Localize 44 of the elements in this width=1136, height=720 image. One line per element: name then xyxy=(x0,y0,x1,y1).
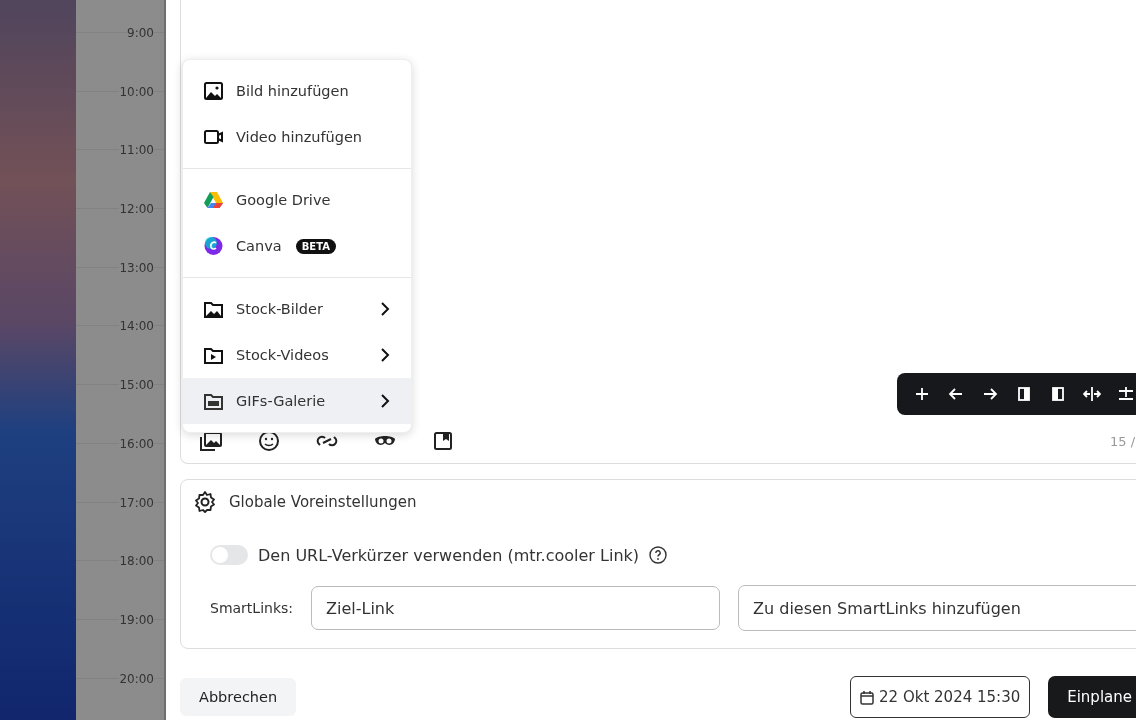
help-icon[interactable] xyxy=(649,546,668,564)
media-library-icon[interactable] xyxy=(199,430,223,452)
column-left-icon[interactable] xyxy=(1015,385,1033,403)
column-right-icon[interactable] xyxy=(1049,385,1067,403)
target-link-field[interactable]: Ziel-Link xyxy=(311,586,721,630)
smartlinks-dropdown[interactable]: Zu diesen SmartLinks hinzufügen xyxy=(738,585,1136,631)
time-label: 10:00 xyxy=(119,84,154,99)
schedule-button[interactable]: Einplane xyxy=(1048,676,1136,718)
menu-item[interactable]: Bild hinzufügen xyxy=(183,68,411,114)
plus-icon[interactable] xyxy=(913,385,931,403)
canva-circle-icon xyxy=(203,236,224,256)
drive-triangle-icon xyxy=(203,190,224,210)
beta-badge: BETA xyxy=(295,238,336,254)
settings-icon xyxy=(193,490,217,514)
video-camera-icon xyxy=(203,127,224,147)
time-label: 9:00 xyxy=(127,26,154,40)
row-insert-icon[interactable] xyxy=(1117,385,1135,403)
cancel-button[interactable]: Abbrechen xyxy=(180,678,297,716)
menu-item[interactable]: Video hinzufügen xyxy=(183,114,411,160)
menu-item[interactable]: Stock-Videos xyxy=(183,332,411,378)
date-button[interactable]: 22 Okt 2024 15:30 xyxy=(850,676,1031,718)
video-folder-icon xyxy=(203,345,224,365)
time-label: 13:00 xyxy=(119,260,154,275)
time-label: 19:00 xyxy=(119,612,154,627)
time-label: 16:00 xyxy=(119,436,154,451)
menu-item[interactable]: Stock-Bilder xyxy=(183,286,411,332)
image-icon xyxy=(203,81,224,101)
time-label: 20:00 xyxy=(119,671,154,686)
section-title: Globale Voreinstellungen xyxy=(229,493,417,511)
time-label: 17:00 xyxy=(119,495,154,510)
menu-item[interactable]: GIFs-Galerie xyxy=(183,378,411,424)
menu-item[interactable]: Canva BETA xyxy=(183,223,411,269)
date-text: 22 Okt 2024 15:30 xyxy=(879,688,1021,706)
emoji-icon[interactable] xyxy=(257,430,281,452)
character-count: 15 / xyxy=(1110,434,1136,449)
bookmark-icon[interactable] xyxy=(431,430,455,452)
field-label: SmartLinks: xyxy=(210,600,294,616)
toggle-label: Den URL-Verkürzer verwenden (mtr.cooler Link) xyxy=(258,545,640,565)
menu-item[interactable]: Google Drive xyxy=(183,177,411,223)
split-arrows-icon[interactable] xyxy=(1083,385,1101,403)
gif-folder-icon xyxy=(203,391,224,411)
calendar-icon xyxy=(860,689,875,705)
toggle-switch[interactable] xyxy=(210,545,248,565)
image-folder-icon xyxy=(203,299,224,319)
